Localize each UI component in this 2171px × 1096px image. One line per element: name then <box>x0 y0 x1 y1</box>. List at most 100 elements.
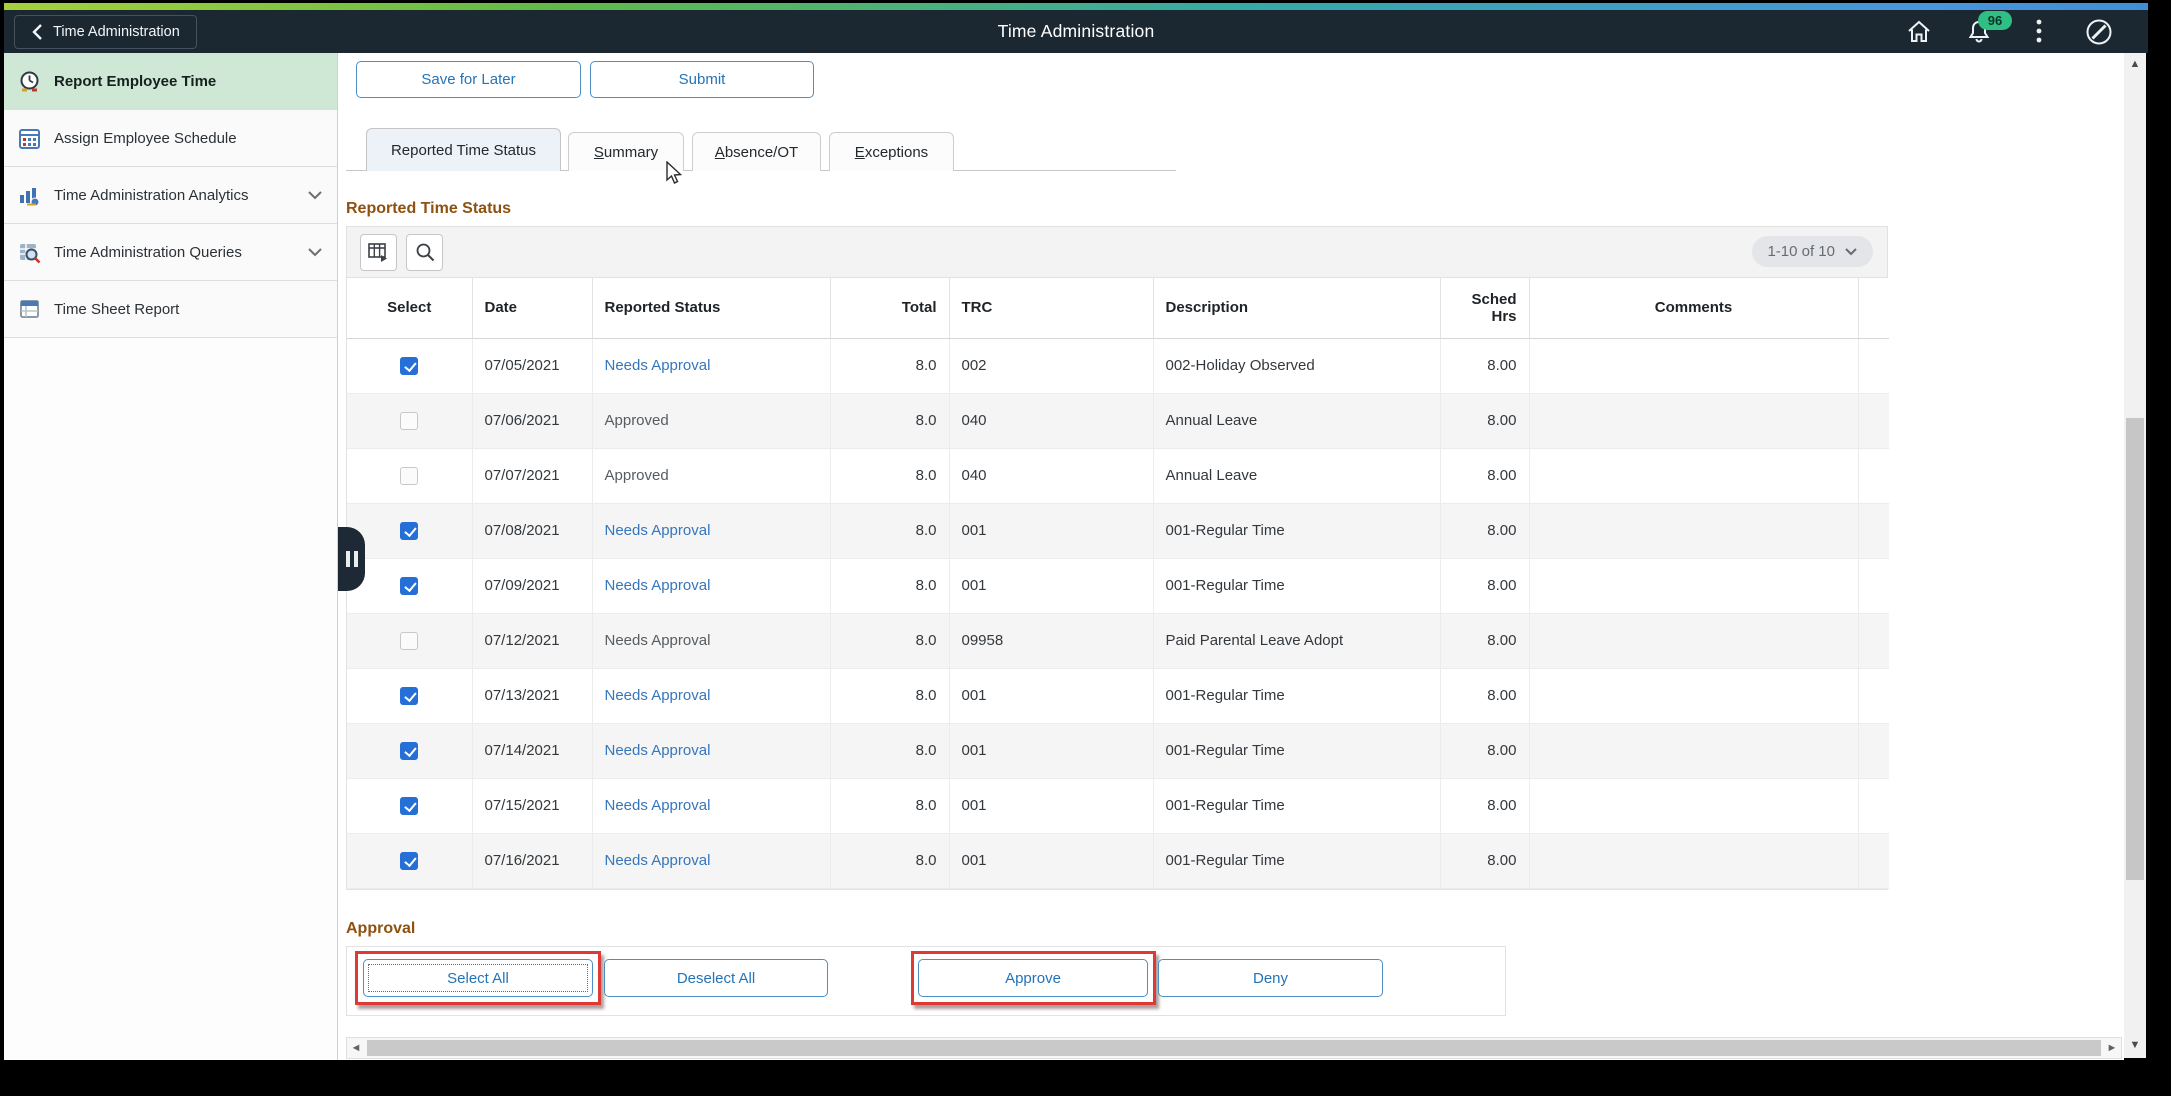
table-row: 07/06/2021 Approved 8.0 040 Annual Leave… <box>347 393 1889 448</box>
row-comments <box>1529 503 1858 558</box>
col-header-comments: Comments <box>1529 278 1858 338</box>
table-row: 07/09/2021 Needs Approval 8.0 001 001-Re… <box>347 558 1889 613</box>
row-date: 07/15/2021 <box>472 778 592 833</box>
col-header-select: Select <box>347 278 472 338</box>
deny-button[interactable]: Deny <box>1158 959 1383 997</box>
reported-status-link[interactable]: Needs Approval <box>605 522 711 539</box>
tab-reported-time-status[interactable]: Reported Time Status <box>366 128 561 171</box>
reported-status-link[interactable]: Needs Approval <box>605 687 711 704</box>
row-date: 07/13/2021 <box>472 668 592 723</box>
horizontal-scrollbar[interactable]: ◄ ► <box>346 1037 2122 1059</box>
row-checkbox[interactable] <box>400 412 418 430</box>
table-row: 07/08/2021 Needs Approval 8.0 001 001-Re… <box>347 503 1889 558</box>
vertical-scrollbar[interactable]: ▲ ▼ <box>2124 53 2146 1058</box>
row-total: 8.0 <box>830 723 949 778</box>
sidebar-collapse-handle[interactable] <box>338 527 365 591</box>
row-checkbox[interactable] <box>400 522 418 540</box>
sidebar: Report Employee Time Assign Employee Sch… <box>4 53 338 1060</box>
clock-icon <box>18 70 41 93</box>
col-header-reported-status: Reported Status <box>592 278 830 338</box>
row-checkbox[interactable] <box>400 852 418 870</box>
save-for-later-button[interactable]: Save for Later <box>356 61 581 98</box>
row-sched-hrs: 8.00 <box>1440 393 1529 448</box>
chevron-down-icon <box>307 190 323 200</box>
row-description: Paid Parental Leave Adopt <box>1153 613 1440 668</box>
col-header-date: Date <box>472 278 592 338</box>
col-header-spacer <box>1858 278 1889 338</box>
sidebar-item-assign-employee-schedule[interactable]: Assign Employee Schedule <box>4 110 337 167</box>
grid-search-button[interactable] <box>406 234 443 271</box>
reported-status-link[interactable]: Needs Approval <box>605 852 711 869</box>
chevron-down-icon <box>1844 247 1858 256</box>
scroll-up-arrow-icon[interactable]: ▲ <box>2124 55 2146 73</box>
navbar-compass-icon[interactable] <box>2084 17 2114 47</box>
row-total: 8.0 <box>830 833 949 888</box>
row-checkbox[interactable] <box>400 797 418 815</box>
scroll-right-arrow-icon[interactable]: ► <box>2103 1038 2121 1058</box>
select-all-button[interactable]: Select All <box>363 959 593 997</box>
row-end-spacer <box>1858 393 1889 448</box>
reported-status-link: Approved <box>605 412 669 429</box>
scroll-left-arrow-icon[interactable]: ◄ <box>347 1038 365 1058</box>
reported-status-link[interactable]: Needs Approval <box>605 577 711 594</box>
submit-button[interactable]: Submit <box>590 61 814 98</box>
row-comments <box>1529 558 1858 613</box>
grid-personalize-button[interactable] <box>360 234 397 271</box>
approve-button[interactable]: Approve <box>918 959 1148 997</box>
row-date: 07/12/2021 <box>472 613 592 668</box>
row-total: 8.0 <box>830 393 949 448</box>
row-trc: 001 <box>949 723 1153 778</box>
row-checkbox[interactable] <box>400 577 418 595</box>
reported-status-link[interactable]: Needs Approval <box>605 357 711 374</box>
scroll-down-arrow-icon[interactable]: ▼ <box>2124 1036 2146 1054</box>
row-checkbox[interactable] <box>400 357 418 375</box>
tab-exceptions[interactable]: Exceptions <box>829 132 954 171</box>
row-end-spacer <box>1858 613 1889 668</box>
sidebar-item-time-sheet-report[interactable]: Time Sheet Report <box>4 281 337 338</box>
deselect-all-button[interactable]: Deselect All <box>604 959 828 997</box>
row-date: 07/09/2021 <box>472 558 592 613</box>
horizontal-scrollbar-thumb[interactable] <box>367 1040 2101 1056</box>
table-header-row: Select Date Reported Status Total TRC De… <box>347 278 1889 338</box>
sidebar-item-label: Time Administration Analytics <box>54 187 249 204</box>
row-sched-hrs: 8.00 <box>1440 778 1529 833</box>
pagination-control[interactable]: 1-10 of 10 <box>1752 236 1873 267</box>
accent-bar <box>4 3 2148 10</box>
sidebar-item-report-employee-time[interactable]: Report Employee Time <box>4 53 337 110</box>
table-grid-icon <box>368 243 389 262</box>
row-total: 8.0 <box>830 668 949 723</box>
row-description: 001-Regular Time <box>1153 558 1440 613</box>
vertical-scrollbar-thumb[interactable] <box>2126 418 2144 880</box>
row-end-spacer <box>1858 723 1889 778</box>
reported-status-link[interactable]: Needs Approval <box>605 742 711 759</box>
tab-absence-ot[interactable]: Absence/OT <box>692 132 821 171</box>
reported-status-link: Approved <box>605 467 669 484</box>
table-row: 07/12/2021 Needs Approval 8.0 09958 Paid… <box>347 613 1889 668</box>
sidebar-item-label: Assign Employee Schedule <box>54 130 237 147</box>
row-description: 002-Holiday Observed <box>1153 338 1440 393</box>
row-comments <box>1529 723 1858 778</box>
home-icon[interactable] <box>1904 17 1934 47</box>
more-actions-kebab-icon[interactable] <box>2024 17 2054 47</box>
row-checkbox[interactable] <box>400 632 418 650</box>
col-header-total: Total <box>830 278 949 338</box>
row-comments <box>1529 448 1858 503</box>
sidebar-item-time-administration-analytics[interactable]: Time Administration Analytics <box>4 167 337 224</box>
row-end-spacer <box>1858 338 1889 393</box>
reported-status-link[interactable]: Needs Approval <box>605 797 711 814</box>
row-total: 8.0 <box>830 613 949 668</box>
row-checkbox[interactable] <box>400 467 418 485</box>
header-icons: 96 <box>1904 10 2114 53</box>
row-sched-hrs: 8.00 <box>1440 503 1529 558</box>
app-header: Time Administration Time Administration … <box>4 10 2148 53</box>
row-end-spacer <box>1858 558 1889 613</box>
table-row: 07/15/2021 Needs Approval 8.0 001 001-Re… <box>347 778 1889 833</box>
row-checkbox[interactable] <box>400 687 418 705</box>
row-trc: 001 <box>949 833 1153 888</box>
report-sheet-icon <box>18 298 41 321</box>
notifications-bell-icon[interactable]: 96 <box>1964 17 1994 47</box>
sidebar-item-time-administration-queries[interactable]: Time Administration Queries <box>4 224 337 281</box>
row-checkbox[interactable] <box>400 742 418 760</box>
screen: Time Administration Time Administration … <box>0 0 2171 1096</box>
col-header-description: Description <box>1153 278 1440 338</box>
